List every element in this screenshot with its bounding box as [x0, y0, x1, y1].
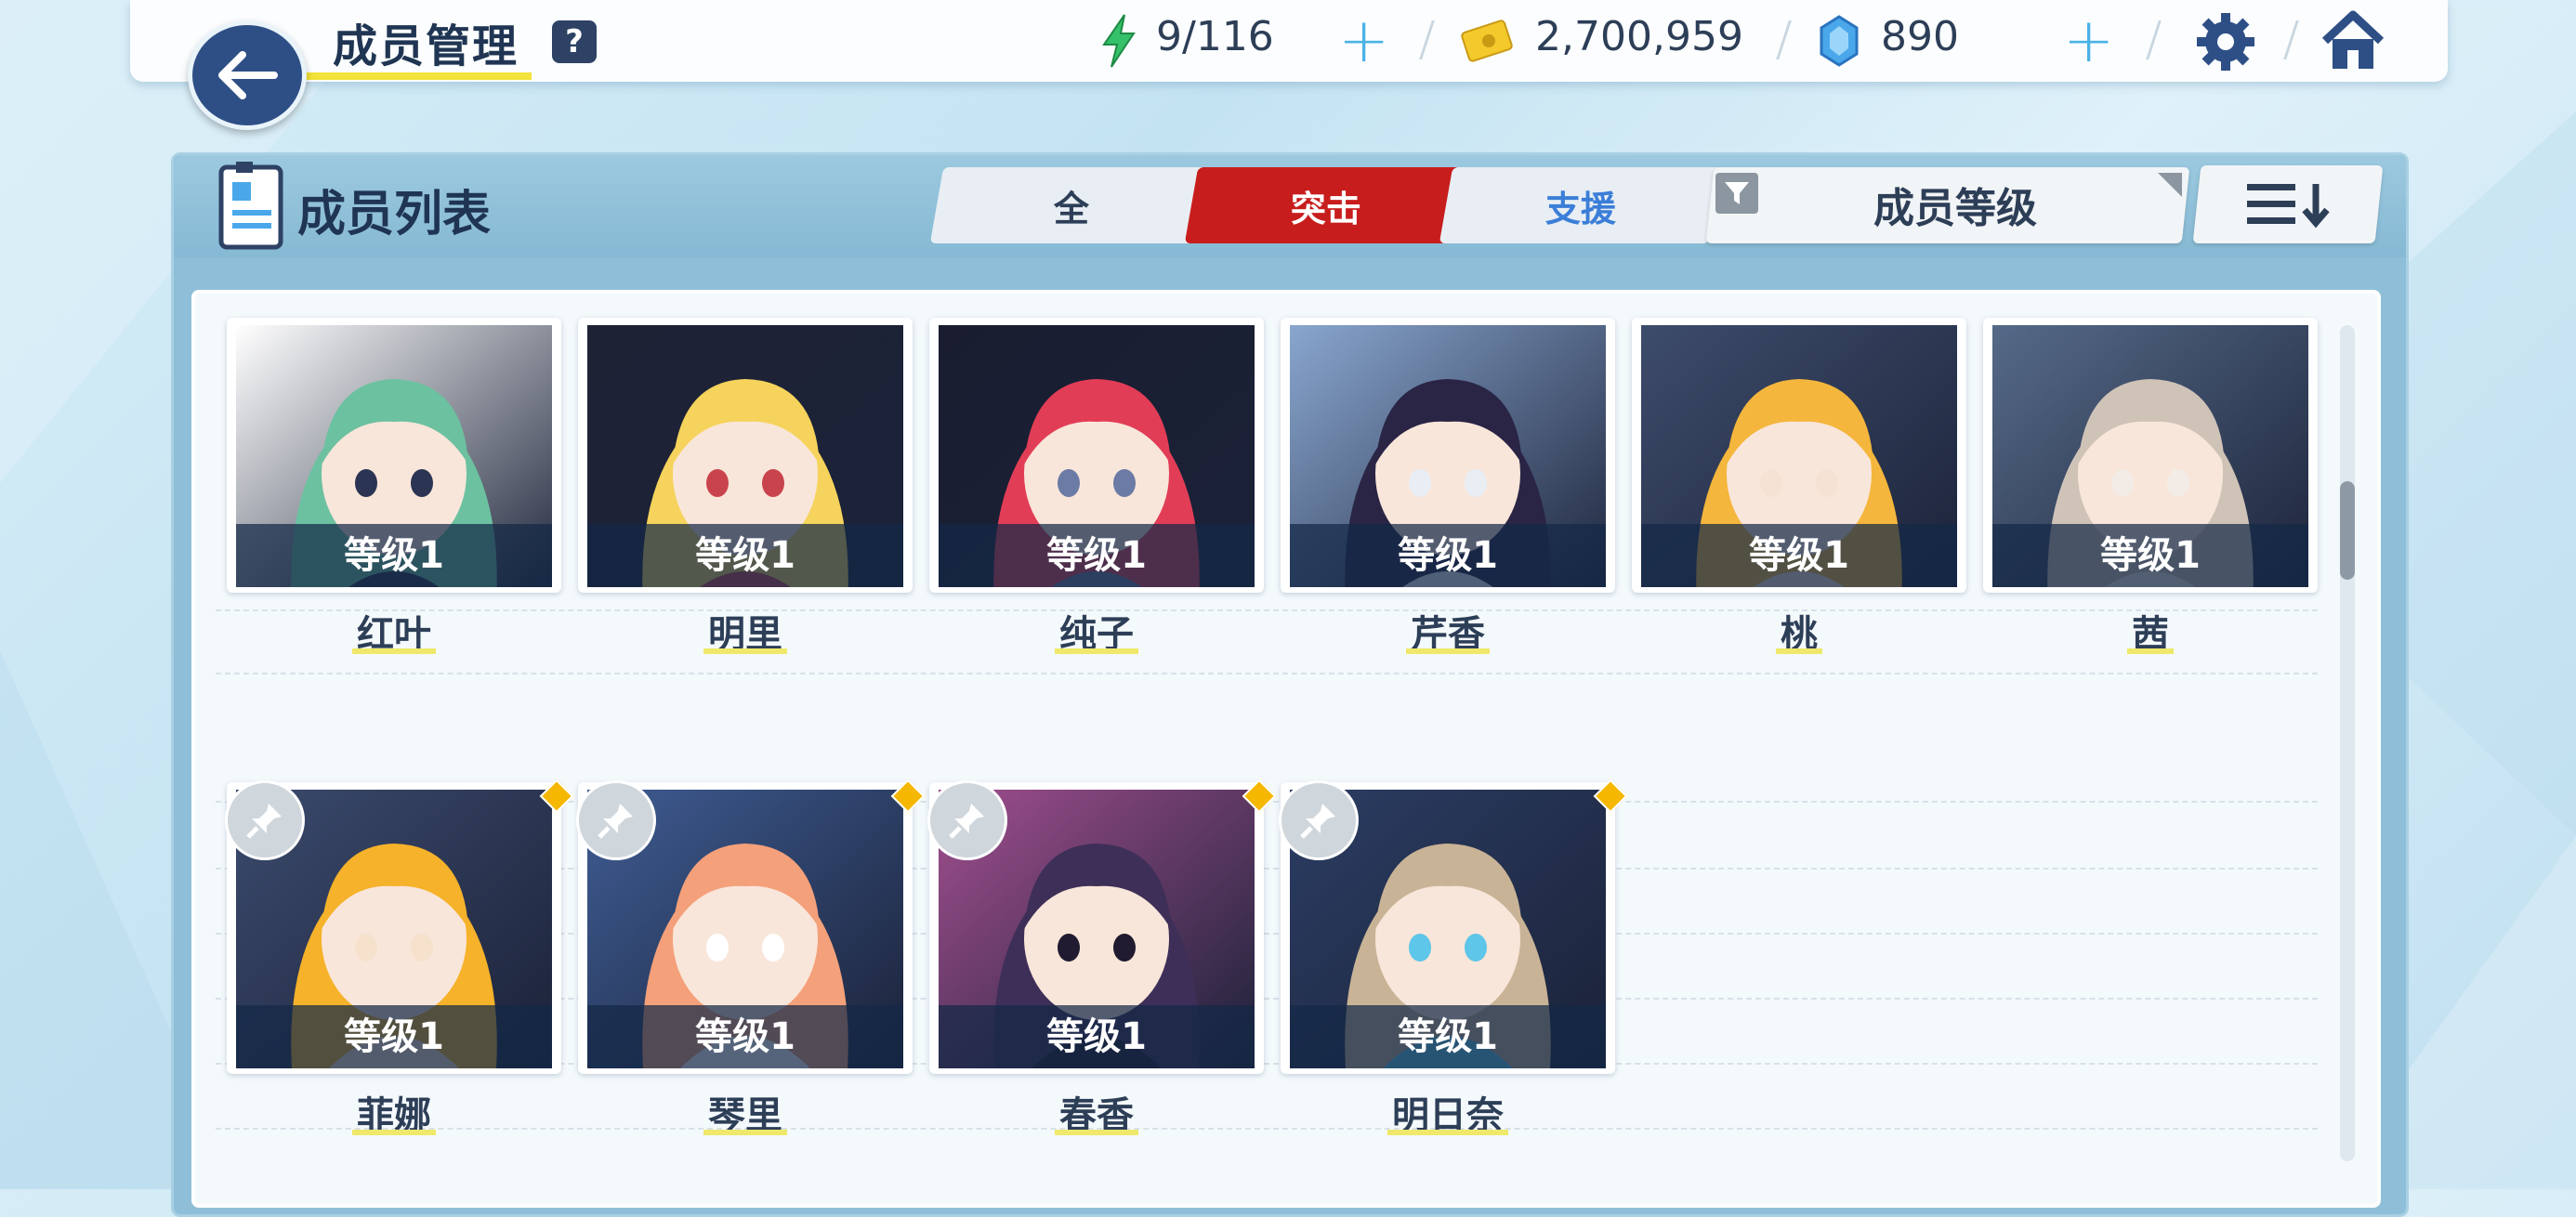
pin-icon [1300, 804, 1335, 839]
tab-all[interactable]: 全 [929, 167, 1214, 243]
name-underline [703, 1130, 787, 1135]
pin-button[interactable] [1279, 780, 1359, 860]
back-button[interactable] [188, 20, 307, 130]
member-level: 等级1 [1290, 1005, 1606, 1068]
member-level: 等级1 [1641, 524, 1957, 587]
home-icon[interactable] [2320, 9, 2386, 72]
member-card[interactable]: 等级1 [1632, 318, 1966, 593]
name-underline [1406, 648, 1490, 654]
member-level: 等级1 [587, 524, 903, 587]
scrollbar-thumb[interactable] [2340, 481, 2355, 580]
member-level: 等级1 [939, 524, 1255, 587]
member-level: 等级1 [939, 1005, 1255, 1068]
name-underline [1387, 1130, 1508, 1135]
tab-support[interactable]: 支援 [1439, 167, 1723, 243]
sort-descending-icon [2247, 184, 2330, 229]
member-level: 等级1 [587, 1005, 903, 1068]
member-level: 等级1 [1992, 524, 2308, 587]
credit-card-icon [1461, 20, 1513, 62]
page-title: 成员管理 [333, 20, 519, 72]
add-gems-button[interactable]: + [2063, 10, 2114, 72]
pin-button[interactable] [927, 780, 1007, 860]
credits-value: 2,700,959 [1535, 13, 1743, 60]
member-list-icon [218, 162, 283, 250]
row-divider [216, 673, 2318, 674]
name-underline [703, 648, 787, 654]
crystal-icon [1820, 15, 1859, 67]
name-underline [352, 1130, 436, 1135]
arrow-left-icon [218, 51, 278, 99]
help-button[interactable]: ? [552, 20, 597, 63]
gems-value: 890 [1881, 13, 1959, 60]
pin-button[interactable] [225, 780, 305, 860]
ap-value: 9/116 [1156, 13, 1274, 60]
member-card[interactable]: 等级1 [227, 318, 561, 593]
scrollbar-track[interactable] [2340, 325, 2355, 1161]
member-card[interactable]: 等级1 [929, 318, 1264, 593]
type-tabs: 全 突击 支援 [929, 167, 1723, 243]
pin-icon [598, 804, 633, 839]
name-underline [1055, 1130, 1138, 1135]
gear-icon[interactable] [2193, 11, 2258, 72]
tab-assault[interactable]: 突击 [1184, 167, 1468, 243]
pin-button[interactable] [576, 780, 656, 860]
filter-label: 成员等级 [1873, 185, 2037, 232]
pin-icon [246, 804, 282, 839]
lightning-icon [1102, 14, 1136, 68]
dropdown-arrow-icon [2158, 173, 2182, 197]
list-title: 成员列表 [297, 187, 492, 242]
member-level: 等级1 [1290, 524, 1606, 587]
pin-icon [949, 804, 984, 839]
member-level: 等级1 [236, 1005, 552, 1068]
name-underline [352, 648, 436, 654]
name-underline [1055, 648, 1138, 654]
name-underline [1776, 648, 1822, 654]
add-ap-button[interactable]: + [1338, 10, 1389, 72]
funnel-icon [1715, 173, 1758, 214]
name-underline [2127, 648, 2174, 654]
member-level: 等级1 [236, 524, 552, 587]
member-card[interactable]: 等级1 [578, 318, 913, 593]
question-icon: ? [565, 23, 584, 60]
member-card[interactable]: 等级1 [1983, 318, 2318, 593]
member-card[interactable]: 等级1 [1281, 318, 1615, 593]
